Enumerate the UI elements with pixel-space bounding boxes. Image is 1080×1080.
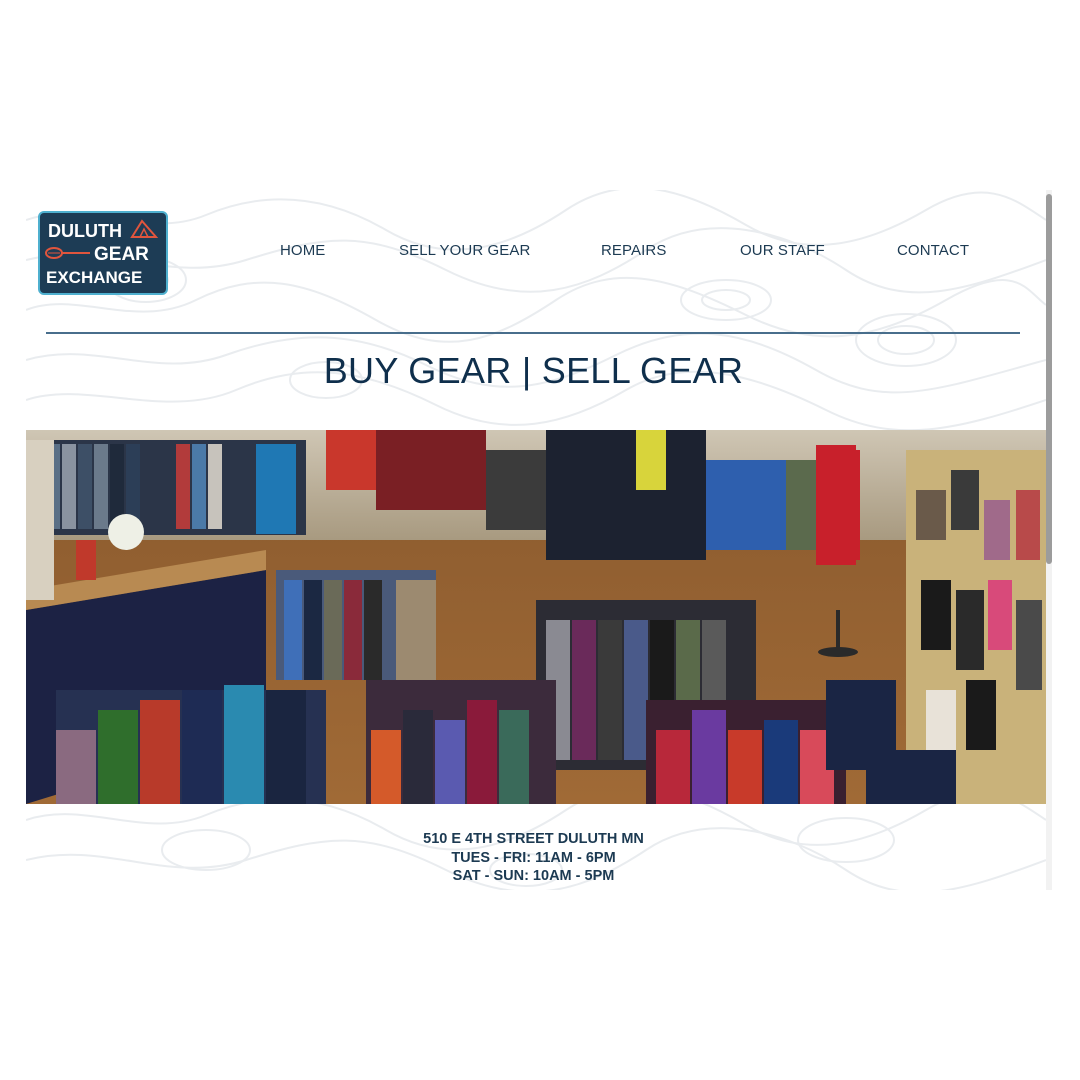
store-hours-weekend: SAT - SUN: 10AM - 5PM [452,868,615,884]
logo-text-exchange: EXCHANGE [46,268,142,287]
store-photo-illustration [26,430,1046,804]
store-address: 510 E 4TH STREET DULUTH MN [423,831,644,847]
nav-repairs[interactable]: REPAIRS [601,242,666,259]
scrollbar-thumb[interactable] [1046,194,1052,564]
header-divider [46,332,1020,334]
scrollbar[interactable] [1046,190,1052,890]
page-frame: DULUTH GEAR EXCHANGE HOME SELL YOUR GEAR… [26,190,1046,890]
logo-text-duluth: DULUTH [48,221,122,241]
nav-our-staff[interactable]: OUR STAFF [740,242,825,259]
hero-tagline: BUY GEAR | SELL GEAR [323,350,744,391]
nav-home[interactable]: HOME [280,242,325,259]
nav-sell-your-gear[interactable]: SELL YOUR GEAR [399,242,530,259]
store-interior-photo [26,430,1046,804]
store-hours-weekday: TUES - FRI: 11AM - 6PM [451,849,616,866]
store-info: 510 E 4TH STREET DULUTH MN TUES - FRI: 1… [26,830,1041,886]
main-nav: HOME SELL YOUR GEAR REPAIRS OUR STAFF CO… [26,242,1046,262]
nav-contact[interactable]: CONTACT [897,242,969,259]
